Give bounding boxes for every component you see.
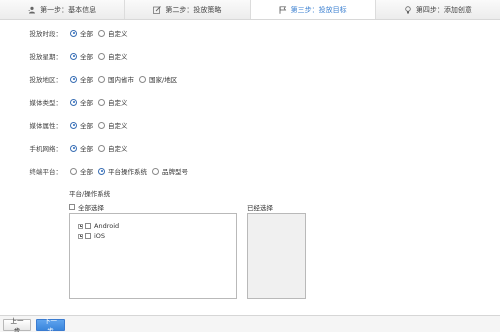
radio-all[interactable]: 全部 [70, 51, 93, 61]
radio-label: 全部 [80, 122, 93, 130]
radio-label: 国内省市 [108, 76, 134, 84]
radio-dot[interactable] [70, 144, 77, 152]
radio-custom[interactable]: 自定义 [98, 120, 128, 130]
radio-country-region[interactable]: 国家/地区 [139, 74, 177, 84]
radio-dot[interactable] [98, 52, 105, 60]
step-tabs: 第一步：基本信息 第二步：投放策略 第三步：投放目标 第四步：添加创意 [0, 0, 500, 20]
row-label: 手机网络： [29, 145, 63, 153]
radio-all[interactable]: 全部 [70, 74, 93, 84]
row-label: 投放时段： [29, 30, 63, 38]
radio-brand-model[interactable]: 品牌型号 [152, 166, 188, 176]
tree-item-label: Android [94, 222, 120, 230]
select-all-checkbox[interactable]: 全部选择 [69, 202, 104, 212]
radio-custom[interactable]: 自定义 [98, 51, 128, 61]
step-tab-label: 第二步：投放策略 [165, 5, 222, 14]
radio-dot[interactable] [98, 98, 105, 106]
step-tab-4[interactable]: 第四步：添加创意 [375, 0, 500, 19]
tree-item-label: iOS [94, 232, 106, 240]
lightbulb-icon [404, 5, 412, 14]
next-step-button[interactable]: 下一步 [36, 317, 65, 332]
step-tab-label: 第一步：基本信息 [40, 5, 97, 14]
row-label: 媒体属性： [29, 122, 63, 130]
edit-icon [153, 5, 162, 14]
radio-dot[interactable] [70, 29, 77, 37]
radio-dot[interactable] [98, 75, 105, 83]
radio-custom[interactable]: 自定义 [98, 28, 128, 38]
radio-label: 全部 [80, 76, 93, 84]
radio-dot[interactable] [98, 167, 105, 175]
radio-label: 自定义 [108, 122, 128, 130]
radio-all[interactable]: 全部 [70, 28, 93, 38]
step-tab-2[interactable]: 第二步：投放策略 [125, 0, 251, 19]
flag-icon [279, 5, 287, 14]
radio-platform-os[interactable]: 平台操作系统 [98, 166, 147, 176]
checkbox[interactable] [85, 233, 91, 239]
radio-label: 自定义 [108, 99, 128, 107]
row-label: 媒体类型： [29, 99, 63, 107]
radio-dot[interactable] [98, 121, 105, 129]
row-schedule-week: 投放星期： 全部 自定义 [0, 50, 133, 62]
radio-label: 全部 [80, 99, 93, 107]
radio-label: 全部 [80, 30, 93, 38]
radio-all[interactable]: 全部 [70, 166, 93, 176]
select-all-label: 全部选择 [78, 204, 104, 212]
checkbox[interactable] [85, 223, 91, 229]
row-label: 终端平台： [29, 168, 63, 176]
platform-os-title: 平台/操作系统 [69, 190, 111, 198]
radio-label: 平台操作系统 [108, 168, 147, 176]
radio-dot[interactable] [152, 167, 159, 175]
previous-step-button[interactable]: 上一步 [3, 317, 31, 332]
selected-list [247, 213, 306, 299]
radio-all[interactable]: 全部 [70, 97, 93, 107]
person-icon [28, 6, 36, 14]
radio-dot[interactable] [70, 167, 77, 175]
row-label: 投放星期： [29, 53, 63, 61]
radio-domestic-province[interactable]: 国内省市 [98, 74, 134, 84]
radio-dot[interactable] [70, 75, 77, 83]
radio-dot[interactable] [98, 29, 105, 37]
step-tab-label: 第四步：添加创意 [415, 5, 472, 14]
row-mobile-network: 手机网络： 全部 自定义 [0, 142, 133, 154]
row-schedule-time: 投放时段： 全部 自定义 [0, 27, 133, 39]
expand-icon[interactable] [78, 233, 83, 239]
radio-label: 自定义 [108, 53, 128, 61]
radio-dot[interactable] [139, 75, 146, 83]
radio-custom[interactable]: 自定义 [98, 97, 128, 107]
radio-all[interactable]: 全部 [70, 120, 93, 130]
tree-item-ios[interactable]: iOS [78, 232, 105, 240]
radio-custom[interactable]: 自定义 [98, 143, 128, 153]
step-tab-label: 第三步：投放目标 [290, 5, 347, 14]
radio-dot[interactable] [70, 121, 77, 129]
radio-label: 全部 [80, 168, 93, 176]
platform-tree: Android iOS [69, 213, 237, 299]
radio-label: 全部 [80, 53, 93, 61]
radio-dot[interactable] [70, 98, 77, 106]
radio-dot[interactable] [70, 52, 77, 60]
row-terminal-platform: 终端平台： 全部 平台操作系统 品牌型号 [0, 165, 193, 177]
selected-title: 已经选择 [247, 204, 273, 212]
tree-item-android[interactable]: Android [78, 222, 119, 230]
radio-label: 自定义 [108, 145, 128, 153]
radio-label: 国家/地区 [149, 76, 178, 84]
radio-dot[interactable] [98, 144, 105, 152]
expand-icon[interactable] [78, 223, 83, 229]
step-tab-3[interactable]: 第三步：投放目标 [250, 0, 376, 19]
row-media-type: 媒体类型： 全部 自定义 [0, 96, 133, 108]
row-media-attribute: 媒体属性： 全部 自定义 [0, 119, 133, 131]
radio-label: 品牌型号 [162, 168, 188, 176]
radio-label: 自定义 [108, 30, 128, 38]
bottom-bar: 上一步 下一步 [0, 315, 500, 332]
step-tab-1[interactable]: 第一步：基本信息 [0, 0, 126, 19]
row-region: 投放地区： 全部 国内省市 国家/地区 [0, 73, 182, 85]
row-label: 投放地区： [29, 76, 63, 84]
radio-label: 全部 [80, 145, 93, 153]
checkbox[interactable] [69, 204, 75, 210]
radio-all[interactable]: 全部 [70, 143, 93, 153]
